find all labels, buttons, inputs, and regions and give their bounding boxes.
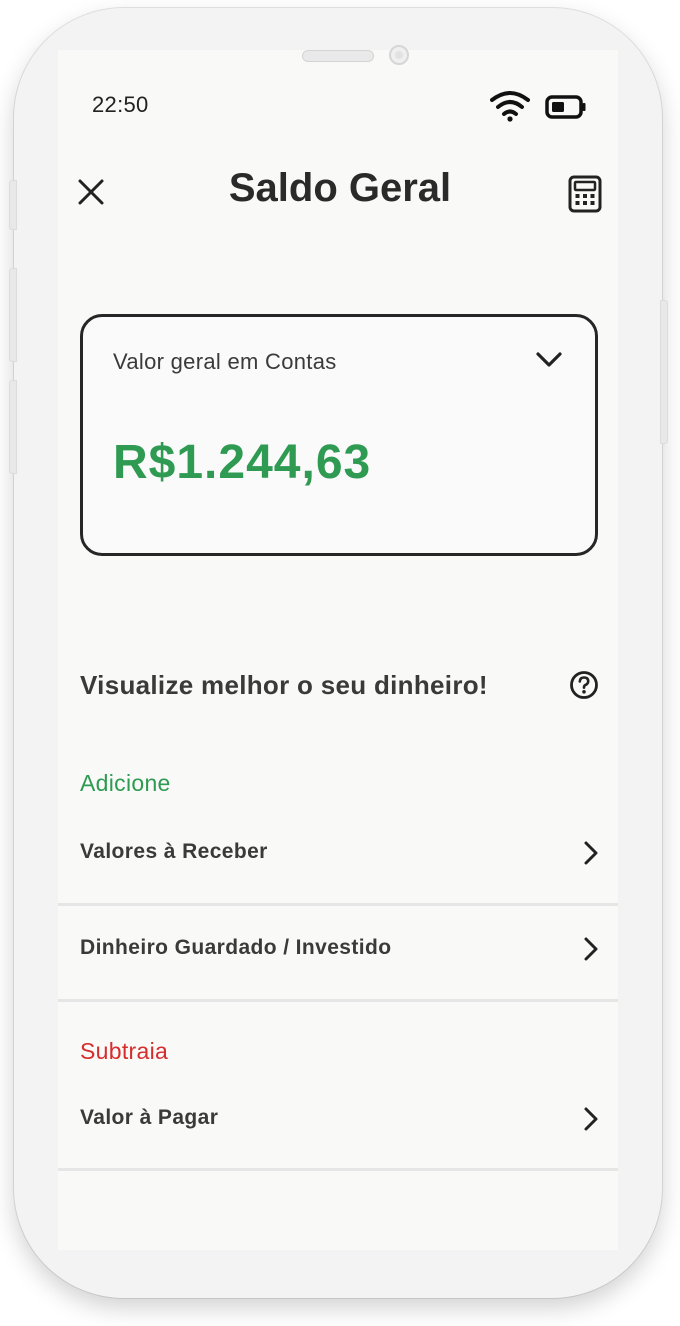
help-circle-icon[interactable] <box>569 670 599 700</box>
front-camera <box>389 45 409 65</box>
balance-card[interactable]: Valor geral em Contas R$1.244,63 <box>80 314 598 556</box>
list-item-valor-pagar[interactable]: Valor à Pagar <box>58 1078 618 1158</box>
list-item-label: Valor à Pagar <box>80 1106 219 1129</box>
status-time: 22:50 <box>92 92 149 117</box>
side-button-volume-down <box>9 380 17 474</box>
side-button-power <box>660 300 668 444</box>
list-item-dinheiro-guardado[interactable]: Dinheiro Guardado / Investido <box>58 908 618 988</box>
section-heading: Visualize melhor o seu dinheiro! <box>80 670 488 700</box>
chevron-right-icon <box>584 841 598 865</box>
divider <box>58 999 618 1002</box>
balance-value: R$1.244,63 <box>113 436 372 489</box>
balance-card-label: Valor geral em Contas <box>113 349 337 374</box>
calculator-icon[interactable] <box>568 175 602 213</box>
list-item-label: Dinheiro Guardado / Investido <box>80 936 392 959</box>
group-label-add: Adicione <box>80 770 171 796</box>
app-screen <box>58 50 618 1250</box>
divider <box>58 903 618 906</box>
list-item-valores-receber[interactable]: Valores à Receber <box>58 812 618 892</box>
list-item-label: Valores à Receber <box>80 840 268 863</box>
chevron-down-icon[interactable] <box>535 351 563 369</box>
group-label-subtract: Subtraia <box>80 1038 169 1064</box>
speaker-grille <box>302 50 374 62</box>
wifi-icon <box>490 91 530 122</box>
divider <box>58 1168 618 1171</box>
chevron-right-icon <box>584 1107 598 1131</box>
chevron-right-icon <box>584 937 598 961</box>
battery-icon <box>545 95 586 119</box>
side-button-volume-up <box>9 268 17 362</box>
